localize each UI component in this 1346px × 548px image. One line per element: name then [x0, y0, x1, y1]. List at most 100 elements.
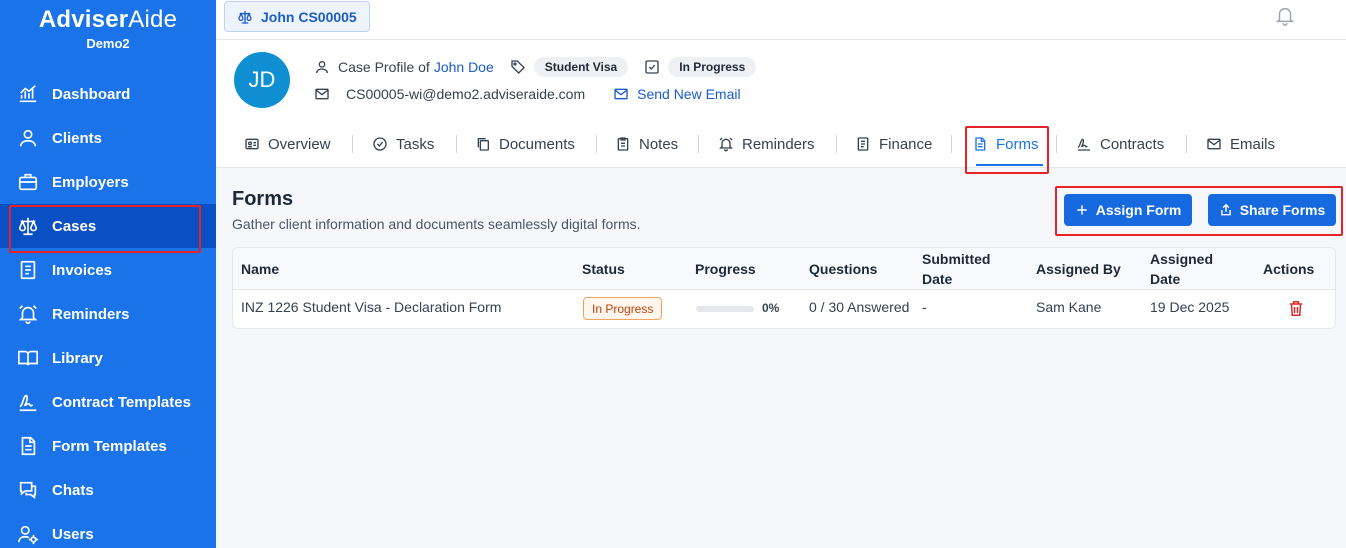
header-actions: Actions: [1263, 261, 1315, 277]
assign-form-label: Assign Form: [1095, 202, 1182, 218]
header-assigned-by[interactable]: Assigned By: [1036, 259, 1121, 279]
tab-divider: [596, 135, 597, 153]
mail-icon: [613, 86, 629, 102]
progress-bar: [696, 306, 754, 312]
form-name[interactable]: INZ 1226 Student Visa - Declaration Form: [241, 299, 501, 315]
alarm-icon: [718, 136, 734, 152]
header-name[interactable]: Name: [241, 259, 279, 279]
plus-icon: [1075, 203, 1089, 217]
share-icon: [1219, 203, 1233, 217]
questions-answered: 0 / 30 Answered: [809, 299, 910, 315]
id-card-icon: [244, 136, 260, 152]
progress-percent: 0%: [762, 301, 780, 315]
sidebar-item-label: Cases: [52, 217, 97, 235]
sidebar-item-dashboard[interactable]: Dashboard: [0, 72, 216, 116]
case-chip[interactable]: John CS00005: [224, 1, 370, 32]
sidebar-item-label: Reminders: [52, 305, 130, 323]
sidebar-item-label: Dashboard: [52, 85, 131, 103]
sidebar-item-cases[interactable]: Cases: [0, 204, 216, 253]
sidebar-item-users[interactable]: Users: [0, 512, 216, 548]
tenant-name: Demo2: [86, 36, 130, 51]
tab-documents[interactable]: Documents: [475, 122, 575, 166]
case-profile-prefix: Case Profile of: [338, 59, 430, 75]
sidebar-item-contract-templates[interactable]: Contract Templates: [0, 380, 216, 424]
sidebar-item-employers[interactable]: Employers: [0, 160, 216, 204]
case-chip-label: John CS00005: [261, 8, 357, 25]
header-submitted-line2: Date: [922, 271, 953, 287]
tab-label: Emails: [1230, 135, 1276, 153]
sidebar-item-label: Employers: [52, 173, 129, 191]
tab-emails[interactable]: Emails: [1206, 122, 1275, 166]
table-header: Name Status Progress Questions Submitted…: [233, 248, 1335, 290]
profile-row-1: Case Profile of John Doe Student Visa In…: [314, 57, 757, 77]
case-tabs: Overview Tasks Documents Notes Reminders…: [216, 122, 1346, 174]
receipt-icon: [855, 136, 871, 152]
sidebar-item-label: Contract Templates: [52, 393, 191, 411]
send-new-email-link[interactable]: Send New Email: [637, 86, 741, 102]
signature-icon: [1076, 136, 1092, 152]
delete-trash-icon[interactable]: [1287, 299, 1305, 323]
status-badge: In Progress: [668, 57, 757, 77]
check-circle-icon: [372, 136, 388, 152]
sidebar-item-label: Form Templates: [52, 437, 167, 455]
tab-divider: [1186, 135, 1187, 153]
page-title: Forms: [232, 188, 294, 210]
sidebar-item-clients[interactable]: Clients: [0, 116, 216, 160]
tab-notes[interactable]: Notes: [615, 122, 678, 166]
visa-type-badge: Student Visa: [533, 57, 629, 77]
users-gear-icon: [16, 522, 40, 546]
header-submitted-line1: Submitted: [922, 251, 991, 267]
tab-divider: [951, 135, 952, 153]
tab-forms[interactable]: Forms: [965, 122, 1049, 174]
header-submitted-date[interactable]: Submitted Date: [922, 249, 990, 289]
brand-logo[interactable]: AdviserAide: [0, 6, 216, 34]
brand-name-bold: Adviser: [38, 6, 129, 33]
user-icon: [314, 59, 330, 75]
tab-label: Tasks: [396, 135, 435, 153]
mail-icon: [1206, 136, 1222, 152]
forms-table: Name Status Progress Questions Submitted…: [232, 247, 1336, 329]
top-bar: John CS00005: [216, 0, 1346, 40]
client-name-link[interactable]: John Doe: [434, 59, 494, 75]
tab-label: Notes: [639, 135, 679, 153]
brand-name-thin: Aide: [128, 6, 178, 33]
book-icon: [16, 346, 40, 370]
tab-finance[interactable]: Finance: [855, 122, 932, 166]
submitted-date: -: [922, 299, 927, 315]
header-assigned-line2: Date: [1150, 271, 1181, 287]
clipboard-icon: [615, 136, 631, 152]
user-icon: [16, 126, 40, 150]
tab-divider: [352, 135, 353, 153]
share-forms-button[interactable]: Share Forms: [1208, 194, 1336, 226]
header-status[interactable]: Status: [582, 259, 625, 279]
tab-divider: [836, 135, 837, 153]
sidebar-item-reminders[interactable]: Reminders: [0, 292, 216, 336]
tab-label: Overview: [268, 135, 331, 153]
invoice-icon: [16, 258, 40, 282]
sidebar-item-invoices[interactable]: Invoices: [0, 248, 216, 292]
sidebar: AdviserAide Demo2 Dashboard Clients Empl…: [0, 0, 216, 548]
tab-reminders[interactable]: Reminders: [718, 122, 815, 166]
sidebar-item-library[interactable]: Library: [0, 336, 216, 380]
sidebar-item-chats[interactable]: Chats: [0, 468, 216, 512]
avatar: JD: [234, 52, 290, 108]
tab-overview[interactable]: Overview: [244, 122, 331, 166]
assigned-date: 19 Dec 2025: [1150, 299, 1230, 315]
checkbox-icon: [644, 59, 660, 75]
header-questions[interactable]: Questions: [809, 259, 877, 279]
header-assigned-date[interactable]: Assigned Date: [1150, 249, 1213, 289]
case-profile-header: JD Case Profile of John Doe Student Visa…: [216, 40, 1346, 122]
copy-icon: [475, 136, 491, 152]
tab-label: Contracts: [1100, 135, 1165, 153]
header-progress[interactable]: Progress: [695, 259, 756, 279]
notifications-bell-icon[interactable]: [1274, 4, 1296, 26]
tab-contracts[interactable]: Contracts: [1076, 122, 1164, 166]
tag-icon: [510, 59, 526, 75]
sidebar-item-label: Clients: [52, 129, 103, 147]
sidebar-item-form-templates[interactable]: Form Templates: [0, 424, 216, 468]
scale-icon: [237, 9, 253, 25]
assign-form-button[interactable]: Assign Form: [1064, 194, 1192, 226]
tab-divider: [1056, 135, 1057, 153]
tab-label: Reminders: [742, 135, 815, 153]
tab-tasks[interactable]: Tasks: [372, 122, 434, 166]
